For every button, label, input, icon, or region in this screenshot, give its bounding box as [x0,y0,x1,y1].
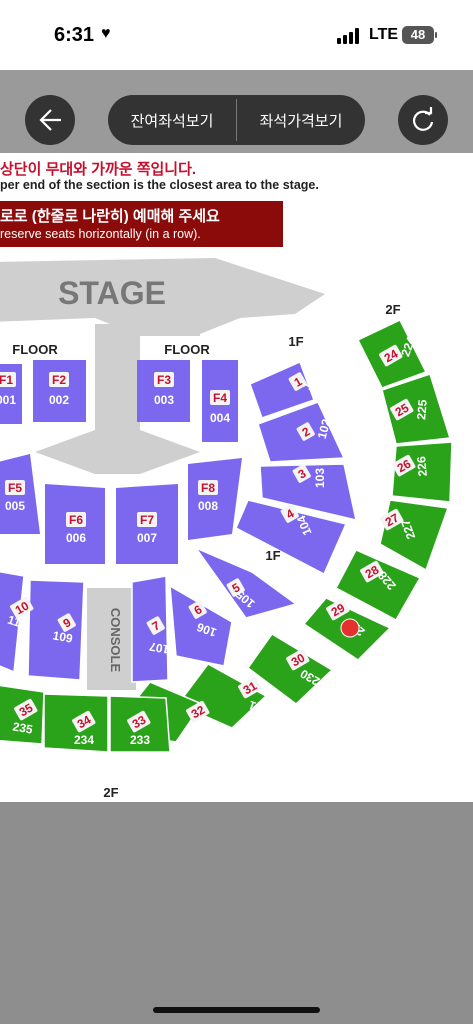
floor-section-006-badge: F6 [66,512,86,527]
arrow-left-icon [39,109,61,131]
section-109[interactable]: 9109 [27,579,85,681]
floor-label-right: FLOOR [164,342,210,357]
svg-text:F7: F7 [140,513,154,527]
banner-korean: 로로 (한줄로 나란히) 예매해 주세요 [0,208,220,225]
section-103-number: 103 [313,468,327,488]
section-107[interactable]: 7107 [131,575,170,683]
console-label: CONSOLE [108,608,123,673]
bottom-gray-area [0,802,473,1024]
svg-text:F2: F2 [52,373,66,387]
floor-section-007-badge: F7 [137,512,157,527]
stage-label: STAGE [58,275,166,311]
section-234[interactable]: 34234 [43,693,109,753]
floor-section-008-number: 008 [198,499,218,513]
svg-text:F3: F3 [157,373,171,387]
level-2f-label-bottom: 2F [103,785,118,800]
seat-map-svg: STAGE CONSOLE FLOOR FLOOR F1001F2002F300… [0,258,453,800]
svg-text:F5: F5 [8,481,22,495]
floor-section-004-badge: F4 [210,390,230,405]
view-toggle: 잔여좌석보기 좌석가격보기 [108,95,365,145]
signal-icon [337,28,361,44]
banner-english: reserve seats horizontally (in a row). [0,227,201,241]
floor-section-006-number: 006 [66,531,86,545]
floor-section-006[interactable]: F6006 [45,484,105,564]
heart-icon: ♥ [101,25,111,42]
floor-section-001-badge: F1 [0,372,16,387]
floor-section-003[interactable]: F3003 [137,360,190,422]
row-booking-banner: 로로 (한줄로 나란히) 예매해 주세요 reserve seats horiz… [0,201,283,247]
floor-section-002-number: 002 [49,393,69,407]
floor-section-008-badge: F8 [198,480,218,495]
floor-section-008[interactable]: F8008 [188,458,242,540]
section-225-number: 225 [414,399,430,420]
refresh-icon [412,107,434,131]
section-235[interactable]: 35235 [0,684,45,745]
floor-section-007[interactable]: F7007 [116,484,178,564]
section-106[interactable]: 6106 [169,584,233,667]
section-232-number: 232 [190,723,212,740]
status-time: 6:31 [54,24,95,46]
floor-label-left: FLOOR [12,342,58,357]
map-toolbar: 잔여좌석보기 좌석가격보기 [0,70,473,153]
floor-section-004[interactable]: F4004 [202,360,238,442]
remaining-seats-button[interactable]: 잔여좌석보기 [108,95,236,145]
section-224[interactable]: 24224 [356,319,428,389]
status-bar: 6:31 ♥ LTE 48 [0,0,473,70]
home-indicator [153,1007,320,1013]
floor-section-004-number: 004 [210,411,230,425]
level-1f-label-top: 1F [288,334,303,349]
section-226-number: 226 [414,455,430,476]
floor-section-002[interactable]: F2002 [33,360,86,422]
section-226[interactable]: 26 226 [391,441,453,503]
refresh-button[interactable] [398,95,448,145]
back-button[interactable] [25,95,75,145]
floor-section-005[interactable]: F5005 [0,454,40,534]
section-105[interactable]: 5105 [193,546,298,619]
section-233-number: 233 [130,733,150,747]
floor-section-005-number: 005 [5,499,25,513]
svg-text:F8: F8 [201,481,215,495]
selected-seat-marker[interactable] [340,618,360,638]
level-1f-label-bottom: 1F [265,548,280,563]
level-2f-label-top: 2F [385,302,400,317]
floor-section-007-number: 007 [137,531,157,545]
seat-prices-button[interactable]: 좌석가격보기 [237,95,365,145]
seat-map: STAGE CONSOLE FLOOR FLOOR F1001F2002F300… [0,252,473,802]
floor-section-005-badge: F5 [5,480,25,495]
section-233[interactable]: 33233 [109,695,171,753]
battery-icon: 48 [402,26,437,44]
floor-section-001[interactable]: F1001 [0,364,22,424]
svg-text:F4: F4 [213,391,227,405]
notice-english: per end of the section is the closest ar… [0,178,319,192]
floor-section-002-badge: F2 [49,372,69,387]
svg-text:F6: F6 [69,513,83,527]
section-234-number: 234 [74,733,94,747]
network-label: LTE [369,26,399,43]
svg-text:F1: F1 [0,373,13,387]
floor-section-003-number: 003 [154,393,174,407]
notice-korean: 상단이 무대와 가까운 쪽입니다. [0,161,197,178]
section-227[interactable]: 27227 [379,499,450,572]
floor-section-003-badge: F3 [154,372,174,387]
floor-section-001-number: 001 [0,393,16,407]
seat-map-screen: 6:31 ♥ LTE 48 잔여좌석보기 좌석가격보기 상단이 무대와 가까운 … [0,0,473,1024]
